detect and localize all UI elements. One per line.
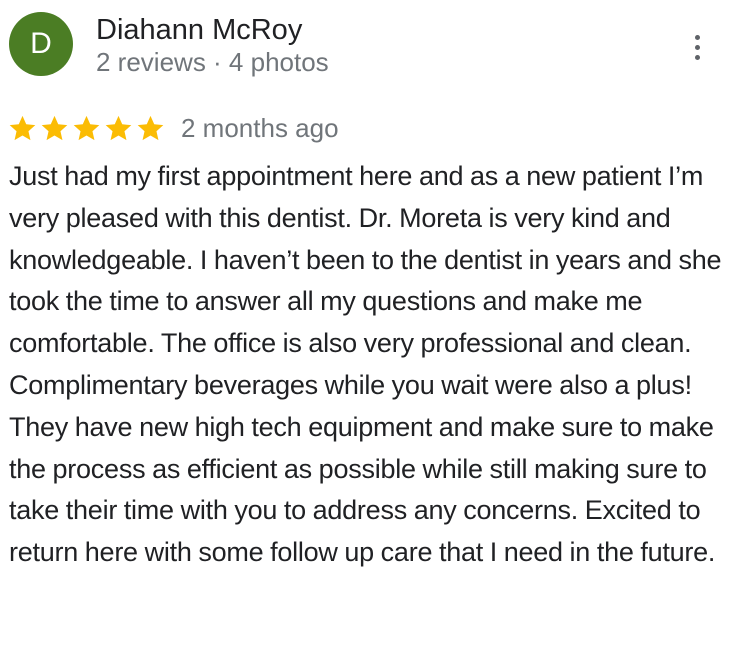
star-icon [73,115,100,140]
star-rating [8,114,165,143]
more-vert-icon-dot [694,44,700,50]
more-vert-icon [694,34,700,40]
more-options-button[interactable] [680,26,714,68]
star-icon [105,115,132,140]
more-vert-icon-dot [694,54,700,60]
reviewer-avatar[interactable]: D [9,12,73,76]
review-text: Just had my first appointment here and a… [9,161,722,568]
rating-row: 2 months ago [8,110,339,146]
star-icon [137,115,164,140]
reviewer-name[interactable]: Diahann McRoy [96,12,302,48]
star-icon [9,115,36,140]
reviewer-meta[interactable]: 2 reviews · 4 photos [96,45,329,79]
star-icon [41,115,68,140]
review-date: 2 months ago [181,113,339,143]
review-card: D Diahann McRoy 2 reviews · 4 photos 2 m… [0,0,740,672]
avatar-letter: D [30,27,52,60]
